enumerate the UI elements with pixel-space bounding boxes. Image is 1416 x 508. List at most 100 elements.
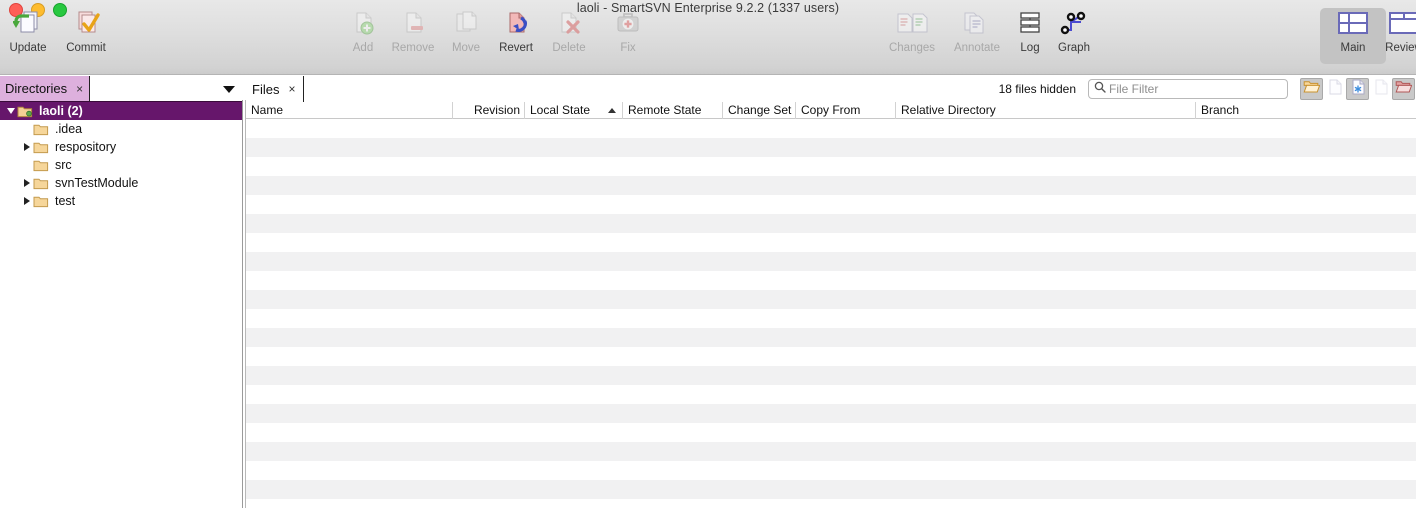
tree-item-laoli-2[interactable]: laoli (2) bbox=[0, 102, 242, 120]
column-header-label: Copy From bbox=[801, 102, 861, 117]
folder-icon bbox=[33, 194, 49, 208]
annotate-icon bbox=[961, 8, 993, 38]
table-row[interactable] bbox=[246, 271, 1416, 290]
log-icon bbox=[1017, 8, 1043, 38]
tree-item-idea[interactable]: .idea bbox=[0, 120, 242, 138]
column-header-branch[interactable]: Branch bbox=[1196, 102, 1416, 119]
tab-directories-close-icon[interactable]: × bbox=[76, 83, 83, 95]
table-row[interactable] bbox=[246, 233, 1416, 252]
tree-item-test[interactable]: test bbox=[0, 192, 242, 210]
toolbar-label-commit: Commit bbox=[66, 42, 106, 54]
column-header-change-set[interactable]: Change Set bbox=[723, 101, 796, 119]
open-folder-icon bbox=[1303, 79, 1321, 99]
table-row[interactable] bbox=[246, 138, 1416, 157]
files-column-header[interactable]: Name Revision Local State Remote State Chang… bbox=[246, 101, 1416, 119]
column-header-label: Local State bbox=[530, 102, 591, 117]
column-header-remote-state[interactable]: Remote State bbox=[623, 101, 723, 119]
review-layout-icon bbox=[1388, 8, 1416, 38]
toolbar-label-move: Move bbox=[451, 42, 481, 54]
repository-folder-icon bbox=[17, 104, 33, 118]
table-row[interactable] bbox=[246, 328, 1416, 347]
file-filter-placeholder: File Filter bbox=[1109, 82, 1159, 96]
expand-arrow-right-icon[interactable] bbox=[20, 143, 33, 151]
toggle-show-modified[interactable] bbox=[1346, 78, 1369, 100]
table-row[interactable] bbox=[246, 347, 1416, 366]
table-row[interactable] bbox=[246, 290, 1416, 309]
toggle-show-ignored[interactable] bbox=[1369, 78, 1392, 100]
table-row[interactable] bbox=[246, 309, 1416, 328]
toolbar-label-add: Add bbox=[352, 42, 374, 54]
toolbar-label-main: Main bbox=[1340, 42, 1366, 54]
tree-item-label: src bbox=[55, 158, 72, 172]
column-header-label: Remote State bbox=[628, 102, 702, 117]
toolbar-button-update[interactable]: Update bbox=[0, 8, 61, 64]
column-header-local-state[interactable]: Local State bbox=[525, 101, 623, 119]
column-header-relative-directory[interactable]: Relative Directory bbox=[896, 101, 1196, 119]
toggle-show-unmodified[interactable] bbox=[1323, 78, 1346, 100]
toolbar-button-commit[interactable]: Commit bbox=[53, 8, 119, 64]
files-table-body[interactable] bbox=[246, 119, 1416, 508]
table-row[interactable] bbox=[246, 119, 1416, 138]
table-row[interactable] bbox=[246, 461, 1416, 480]
folder-icon bbox=[33, 122, 49, 136]
window-title: laoli - SmartSVN Enterprise 9.2.2 (1337 … bbox=[576, 1, 840, 15]
directory-tree[interactable]: laoli (2) .idea respository src svnTestM… bbox=[0, 102, 242, 508]
column-header-copy-from[interactable]: Copy From bbox=[796, 101, 896, 119]
changes-icon bbox=[895, 8, 929, 38]
table-row[interactable] bbox=[246, 423, 1416, 442]
toolbar-label-changes: Changes bbox=[888, 42, 936, 54]
tree-item-respository[interactable]: respository bbox=[0, 138, 242, 156]
view-toggle-group bbox=[1300, 78, 1415, 100]
toolbar-label-update: Update bbox=[9, 42, 47, 54]
title-bar: laoli - SmartSVN Enterprise 9.2.2 (1337 … bbox=[0, 0, 1416, 75]
tab-files-close-icon[interactable]: × bbox=[288, 83, 295, 95]
files-tab-strip: 18 files hidden File Filter Files × bbox=[246, 76, 1416, 102]
tree-item-label: laoli (2) bbox=[39, 104, 83, 118]
table-row[interactable] bbox=[246, 366, 1416, 385]
directories-tab-filler bbox=[90, 76, 242, 102]
column-header-name[interactable]: Name bbox=[246, 101, 453, 119]
tree-item-src[interactable]: src bbox=[0, 156, 242, 174]
table-row[interactable] bbox=[246, 385, 1416, 404]
remove-icon bbox=[398, 8, 428, 38]
toolbar-label-graph: Graph bbox=[1058, 42, 1090, 54]
toolbar-button-fix: Fix bbox=[595, 8, 661, 64]
table-row[interactable] bbox=[246, 442, 1416, 461]
expand-arrow-down-icon[interactable] bbox=[4, 108, 17, 114]
table-row[interactable] bbox=[246, 214, 1416, 233]
table-row[interactable] bbox=[246, 176, 1416, 195]
expand-arrow-right-icon[interactable] bbox=[20, 197, 33, 205]
column-header-label: Branch bbox=[1201, 102, 1240, 117]
column-header-label: Relative Directory bbox=[901, 102, 996, 117]
table-row[interactable] bbox=[246, 195, 1416, 214]
tree-item-svntestmodule[interactable]: svnTestModule bbox=[0, 174, 242, 192]
column-header-label: Change Set bbox=[728, 102, 792, 117]
toggle-show-directories[interactable] bbox=[1300, 78, 1323, 100]
tab-directories[interactable]: Directories × bbox=[0, 76, 90, 102]
tab-files-label: Files bbox=[252, 81, 280, 97]
table-row[interactable] bbox=[246, 499, 1416, 508]
file-filter-input[interactable]: File Filter bbox=[1088, 79, 1288, 99]
expand-arrow-right-icon[interactable] bbox=[20, 179, 33, 187]
column-header-revision[interactable]: Revision bbox=[453, 101, 525, 119]
toolbar-button-review[interactable]: Review bbox=[1371, 8, 1416, 64]
tree-item-label: test bbox=[55, 194, 76, 208]
table-row[interactable] bbox=[246, 480, 1416, 499]
move-icon bbox=[451, 8, 481, 38]
table-row[interactable] bbox=[246, 252, 1416, 271]
table-row[interactable] bbox=[246, 157, 1416, 176]
commit-icon bbox=[71, 8, 101, 38]
toggle-show-unversioned[interactable] bbox=[1392, 78, 1415, 100]
toolbar-button-delete: Delete bbox=[536, 8, 602, 64]
chevron-down-icon[interactable] bbox=[223, 86, 235, 93]
smartsvn-window: laoli - SmartSVN Enterprise 9.2.2 (1337 … bbox=[0, 0, 1416, 508]
tab-files[interactable]: Files × bbox=[246, 76, 304, 102]
file-asterisk-icon bbox=[1351, 79, 1365, 100]
toolbar-button-graph[interactable]: Graph bbox=[1041, 8, 1107, 64]
tab-directories-label: Directories bbox=[5, 81, 68, 96]
update-icon bbox=[13, 8, 43, 38]
sort-ascending-icon bbox=[608, 107, 616, 113]
table-row[interactable] bbox=[246, 404, 1416, 423]
revert-icon bbox=[501, 8, 531, 38]
folder-icon bbox=[33, 158, 49, 172]
